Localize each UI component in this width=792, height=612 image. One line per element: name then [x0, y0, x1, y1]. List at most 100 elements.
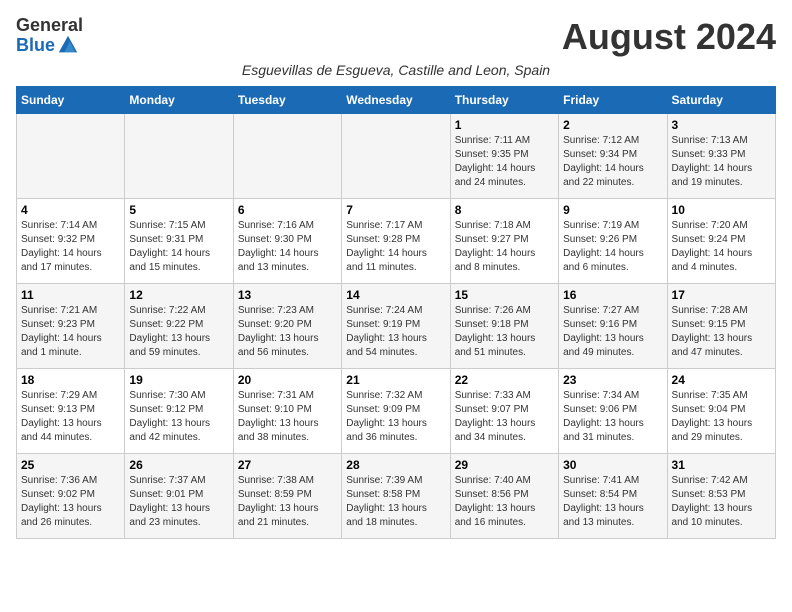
day-info: Sunrise: 7:13 AMSunset: 9:33 PMDaylight:…: [672, 134, 771, 190]
weekday-header-row: SundayMondayTuesdayWednesdayThursdayFrid…: [17, 87, 776, 114]
calendar-cell: 10Sunrise: 7:20 AMSunset: 9:24 PMDayligh…: [667, 199, 775, 284]
weekday-header-tuesday: Tuesday: [233, 87, 341, 114]
calendar-cell: 26 Sunrise: 7:37 AMSunset: 9:01 PMDayligh…: [125, 454, 233, 539]
day-info: Sunrise: 7:21 AMSunset: 9:23 PMDaylight:…: [21, 304, 120, 360]
calendar-cell: 14Sunrise: 7:24 AMSunset: 9:19 PMDayligh…: [342, 284, 450, 369]
calendar-cell: 17Sunrise: 7:28 AMSunset: 9:15 PMDayligh…: [667, 284, 775, 369]
weekday-header-monday: Monday: [125, 87, 233, 114]
calendar-week-row: 11 Sunrise: 7:21 AMSunset: 9:23 PMDayligh…: [17, 284, 776, 369]
day-number: 13: [238, 288, 337, 302]
calendar-cell: 4Sunrise: 7:14 AMSunset: 9:32 PMDaylight…: [17, 199, 125, 284]
weekday-header-saturday: Saturday: [667, 87, 775, 114]
day-info: Sunrise: 7:34 AMSunset: 9:06 PMDaylight:…: [563, 389, 662, 445]
calendar-cell: 13 Sunrise: 7:23 AMSunset: 9:20 PMDayligh…: [233, 284, 341, 369]
day-info: Sunrise: 7:31 AMSunset: 9:10 PMDaylight:…: [238, 389, 337, 445]
day-number: 10: [672, 203, 771, 217]
day-info: Sunrise: 7:11 AMSunset: 9:35 PMDaylight:…: [455, 134, 554, 190]
calendar-cell: 2Sunrise: 7:12 AMSunset: 9:34 PMDaylight…: [559, 114, 667, 199]
weekday-header-thursday: Thursday: [450, 87, 558, 114]
day-number: 23: [563, 373, 662, 387]
day-info: Sunrise: 7:19 AMSunset: 9:26 PMDaylight:…: [563, 219, 662, 275]
logo-icon: [57, 34, 79, 56]
calendar-cell: 7 Sunrise: 7:17 AMSunset: 9:28 PMDaylight…: [342, 199, 450, 284]
weekday-header-sunday: Sunday: [17, 87, 125, 114]
day-info: Sunrise: 7:36 AMSunset: 9:02 PMDaylight:…: [21, 474, 120, 530]
logo: General Blue: [16, 16, 83, 56]
calendar-cell: 1Sunrise: 7:11 AMSunset: 9:35 PMDaylight…: [450, 114, 558, 199]
calendar-cell: 24 Sunrise: 7:35 AMSunset: 9:04 PMDayligh…: [667, 369, 775, 454]
calendar-cell: 8 Sunrise: 7:18 AMSunset: 9:27 PMDaylight…: [450, 199, 558, 284]
day-number: 8: [455, 203, 554, 217]
day-info: Sunrise: 7:33 AMSunset: 9:07 PMDaylight:…: [455, 389, 554, 445]
day-info: Sunrise: 7:27 AMSunset: 9:16 PMDaylight:…: [563, 304, 662, 360]
calendar-week-row: 4Sunrise: 7:14 AMSunset: 9:32 PMDaylight…: [17, 199, 776, 284]
day-number: 12: [129, 288, 228, 302]
day-info: Sunrise: 7:38 AMSunset: 8:59 PMDaylight:…: [238, 474, 337, 530]
calendar-cell: 20 Sunrise: 7:31 AMSunset: 9:10 PMDayligh…: [233, 369, 341, 454]
day-info: Sunrise: 7:16 AMSunset: 9:30 PMDaylight:…: [238, 219, 337, 275]
day-info: Sunrise: 7:22 AMSunset: 9:22 PMDaylight:…: [129, 304, 228, 360]
logo-general: General: [16, 16, 83, 34]
day-number: 20: [238, 373, 337, 387]
day-info: Sunrise: 7:32 AMSunset: 9:09 PMDaylight:…: [346, 389, 445, 445]
day-info: Sunrise: 7:41 AMSunset: 8:54 PMDaylight:…: [563, 474, 662, 530]
day-number: 30: [563, 458, 662, 472]
day-number: 31: [672, 458, 771, 472]
calendar-cell: 18Sunrise: 7:29 AMSunset: 9:13 PMDayligh…: [17, 369, 125, 454]
calendar-cell: 19 Sunrise: 7:30 AMSunset: 9:12 PMDayligh…: [125, 369, 233, 454]
subtitle: Esguevillas de Esgueva, Castille and Leo…: [16, 62, 776, 78]
day-info: Sunrise: 7:18 AMSunset: 9:27 PMDaylight:…: [455, 219, 554, 275]
day-number: 26: [129, 458, 228, 472]
calendar-cell: 15 Sunrise: 7:26 AMSunset: 9:18 PMDayligh…: [450, 284, 558, 369]
calendar-cell: 25 Sunrise: 7:36 AMSunset: 9:02 PMDayligh…: [17, 454, 125, 539]
day-number: 9: [563, 203, 662, 217]
calendar-cell: 22 Sunrise: 7:33 AMSunset: 9:07 PMDayligh…: [450, 369, 558, 454]
day-number: 11: [21, 288, 120, 302]
day-number: 27: [238, 458, 337, 472]
calendar-week-row: 18Sunrise: 7:29 AMSunset: 9:13 PMDayligh…: [17, 369, 776, 454]
day-number: 24: [672, 373, 771, 387]
day-info: Sunrise: 7:30 AMSunset: 9:12 PMDaylight:…: [129, 389, 228, 445]
day-info: Sunrise: 7:17 AMSunset: 9:28 PMDaylight:…: [346, 219, 445, 275]
day-info: Sunrise: 7:26 AMSunset: 9:18 PMDaylight:…: [455, 304, 554, 360]
calendar-cell: 3 Sunrise: 7:13 AMSunset: 9:33 PMDaylight…: [667, 114, 775, 199]
day-number: 21: [346, 373, 445, 387]
calendar-week-row: 25 Sunrise: 7:36 AMSunset: 9:02 PMDayligh…: [17, 454, 776, 539]
calendar-cell: 5 Sunrise: 7:15 AMSunset: 9:31 PMDaylight…: [125, 199, 233, 284]
day-info: Sunrise: 7:42 AMSunset: 8:53 PMDaylight:…: [672, 474, 771, 530]
weekday-header-friday: Friday: [559, 87, 667, 114]
month-title: August 2024: [562, 16, 776, 58]
logo-blue: Blue: [16, 36, 55, 54]
calendar-cell: [342, 114, 450, 199]
day-number: 29: [455, 458, 554, 472]
day-number: 15: [455, 288, 554, 302]
day-number: 18: [21, 373, 120, 387]
calendar-cell: 27 Sunrise: 7:38 AMSunset: 8:59 PMDayligh…: [233, 454, 341, 539]
calendar-cell: 12 Sunrise: 7:22 AMSunset: 9:22 PMDayligh…: [125, 284, 233, 369]
day-number: 25: [21, 458, 120, 472]
day-info: Sunrise: 7:35 AMSunset: 9:04 PMDaylight:…: [672, 389, 771, 445]
calendar-cell: 28Sunrise: 7:39 AMSunset: 8:58 PMDayligh…: [342, 454, 450, 539]
day-info: Sunrise: 7:37 AMSunset: 9:01 PMDaylight:…: [129, 474, 228, 530]
calendar-cell: 29 Sunrise: 7:40 AMSunset: 8:56 PMDayligh…: [450, 454, 558, 539]
calendar-table: SundayMondayTuesdayWednesdayThursdayFrid…: [16, 86, 776, 539]
day-number: 3: [672, 118, 771, 132]
calendar-cell: 21 Sunrise: 7:32 AMSunset: 9:09 PMDayligh…: [342, 369, 450, 454]
day-number: 28: [346, 458, 445, 472]
day-info: Sunrise: 7:23 AMSunset: 9:20 PMDaylight:…: [238, 304, 337, 360]
calendar-cell: 6Sunrise: 7:16 AMSunset: 9:30 PMDaylight…: [233, 199, 341, 284]
day-info: Sunrise: 7:40 AMSunset: 8:56 PMDaylight:…: [455, 474, 554, 530]
day-info: Sunrise: 7:14 AMSunset: 9:32 PMDaylight:…: [21, 219, 120, 275]
day-number: 5: [129, 203, 228, 217]
day-number: 19: [129, 373, 228, 387]
day-number: 22: [455, 373, 554, 387]
weekday-header-wednesday: Wednesday: [342, 87, 450, 114]
day-number: 16: [563, 288, 662, 302]
calendar-cell: [233, 114, 341, 199]
day-info: Sunrise: 7:15 AMSunset: 9:31 PMDaylight:…: [129, 219, 228, 275]
calendar-cell: 23 Sunrise: 7:34 AMSunset: 9:06 PMDayligh…: [559, 369, 667, 454]
day-info: Sunrise: 7:28 AMSunset: 9:15 PMDaylight:…: [672, 304, 771, 360]
calendar-cell: 30 Sunrise: 7:41 AMSunset: 8:54 PMDayligh…: [559, 454, 667, 539]
day-number: 7: [346, 203, 445, 217]
day-info: Sunrise: 7:12 AMSunset: 9:34 PMDaylight:…: [563, 134, 662, 190]
